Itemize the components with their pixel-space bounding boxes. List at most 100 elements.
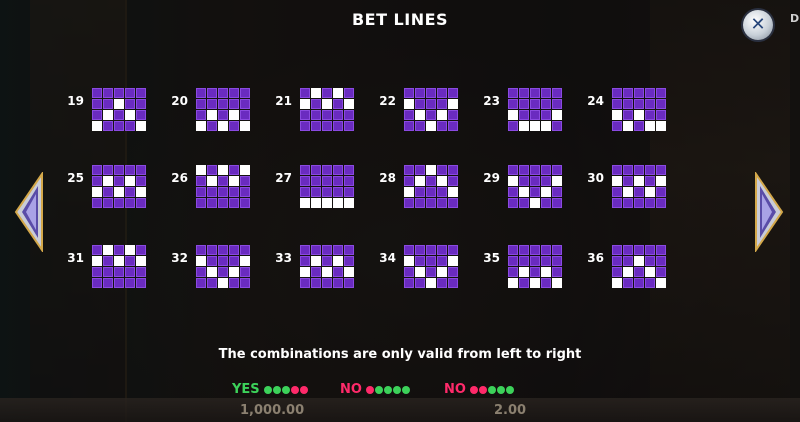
payline-cell-active <box>404 256 414 266</box>
payline-cell <box>448 245 458 255</box>
payline-cell <box>404 278 414 288</box>
payline-cell <box>448 121 458 131</box>
payline-cell <box>300 245 310 255</box>
payline-cell <box>426 245 436 255</box>
payline-cell-active <box>311 198 321 208</box>
payline-cell-active <box>229 110 239 120</box>
payline-cell <box>426 256 436 266</box>
payline-cell <box>415 198 425 208</box>
payline-cell <box>448 110 458 120</box>
payline-cell-active <box>415 110 425 120</box>
payline-cell <box>448 198 458 208</box>
payline-cell <box>311 99 321 109</box>
payline-cell-active <box>508 278 518 288</box>
payline-cell <box>519 165 529 175</box>
bet-line-number: 20 <box>171 94 188 108</box>
payline-cell <box>92 245 102 255</box>
close-button[interactable]: ✕ <box>743 10 773 40</box>
payline-cell <box>333 110 343 120</box>
payline-cell <box>114 110 124 120</box>
payline-cell <box>426 198 436 208</box>
payline-cell <box>519 256 529 266</box>
payline-cell <box>645 176 655 186</box>
payline-cell <box>508 165 518 175</box>
payline-cell-active <box>218 165 228 175</box>
payline-cell <box>437 245 447 255</box>
bet-line-number: 19 <box>67 94 84 108</box>
payline-cell-active <box>311 256 321 266</box>
payline-cell <box>103 121 113 131</box>
payline-cell <box>530 176 540 186</box>
payline-cell <box>426 187 436 197</box>
payline-cell-active <box>404 187 414 197</box>
payline-cell <box>634 198 644 208</box>
legend-dot-icon <box>392 385 401 394</box>
payline-cell <box>125 187 135 197</box>
payline-cell-active <box>196 165 206 175</box>
payline-cell <box>103 278 113 288</box>
payline-cell <box>344 187 354 197</box>
payline-cell-active <box>114 99 124 109</box>
payline-cell <box>229 88 239 98</box>
legend-dot-icon <box>290 385 299 394</box>
payline-cell-active <box>114 187 124 197</box>
previous-page-arrow-icon[interactable] <box>12 172 46 252</box>
legend-item: YES <box>232 382 308 397</box>
payline-cell <box>437 121 447 131</box>
payline-cell <box>114 88 124 98</box>
payline-cell-active <box>240 165 250 175</box>
payline-cell-active <box>656 121 666 131</box>
payline-cell-active <box>448 256 458 266</box>
payline-cell <box>426 176 436 186</box>
legend-item: NO <box>340 382 410 397</box>
payline-cell <box>300 88 310 98</box>
payline-cell <box>229 99 239 109</box>
payline-cell <box>207 165 217 175</box>
payline-cell <box>344 165 354 175</box>
payline-cell <box>634 165 644 175</box>
payline-cell <box>92 110 102 120</box>
payline-cell-active <box>508 176 518 186</box>
payline-cell <box>623 278 633 288</box>
payline-cell <box>508 187 518 197</box>
payline-cell <box>426 99 436 109</box>
payline-cell <box>519 176 529 186</box>
payline-cell-active <box>92 187 102 197</box>
legend-dot-icon <box>272 385 281 394</box>
payline-cell <box>541 245 551 255</box>
payline-cell-active <box>530 121 540 131</box>
bet-line-pattern <box>508 245 562 288</box>
payline-cell <box>426 88 436 98</box>
payline-cell <box>656 99 666 109</box>
payline-cell <box>218 245 228 255</box>
payline-cell <box>508 121 518 131</box>
payline-cell <box>125 267 135 277</box>
payline-cell <box>404 165 414 175</box>
legend-dot-icon <box>263 385 272 394</box>
payline-cell <box>114 198 124 208</box>
payline-cell <box>426 110 436 120</box>
bet-line-pattern <box>300 165 354 208</box>
payline-cell <box>218 256 228 266</box>
payline-cell <box>114 278 124 288</box>
bet-line-pattern <box>404 165 458 208</box>
payline-cell <box>229 187 239 197</box>
payline-cell <box>196 267 206 277</box>
payline-cell <box>322 245 332 255</box>
payline-cell <box>656 245 666 255</box>
bet-line-pattern <box>508 88 562 131</box>
bet-line-number: 36 <box>587 251 604 265</box>
payline-cell <box>300 256 310 266</box>
payline-cell <box>415 256 425 266</box>
payline-cell <box>92 176 102 186</box>
next-page-arrow-icon[interactable] <box>752 172 786 252</box>
payline-cell <box>437 88 447 98</box>
legend-dots <box>263 385 308 394</box>
payline-cell <box>207 245 217 255</box>
payline-cell <box>114 121 124 131</box>
payline-cell <box>519 110 529 120</box>
payline-cell <box>656 256 666 266</box>
payline-cell <box>437 278 447 288</box>
payline-cell <box>623 256 633 266</box>
payline-cell <box>623 165 633 175</box>
